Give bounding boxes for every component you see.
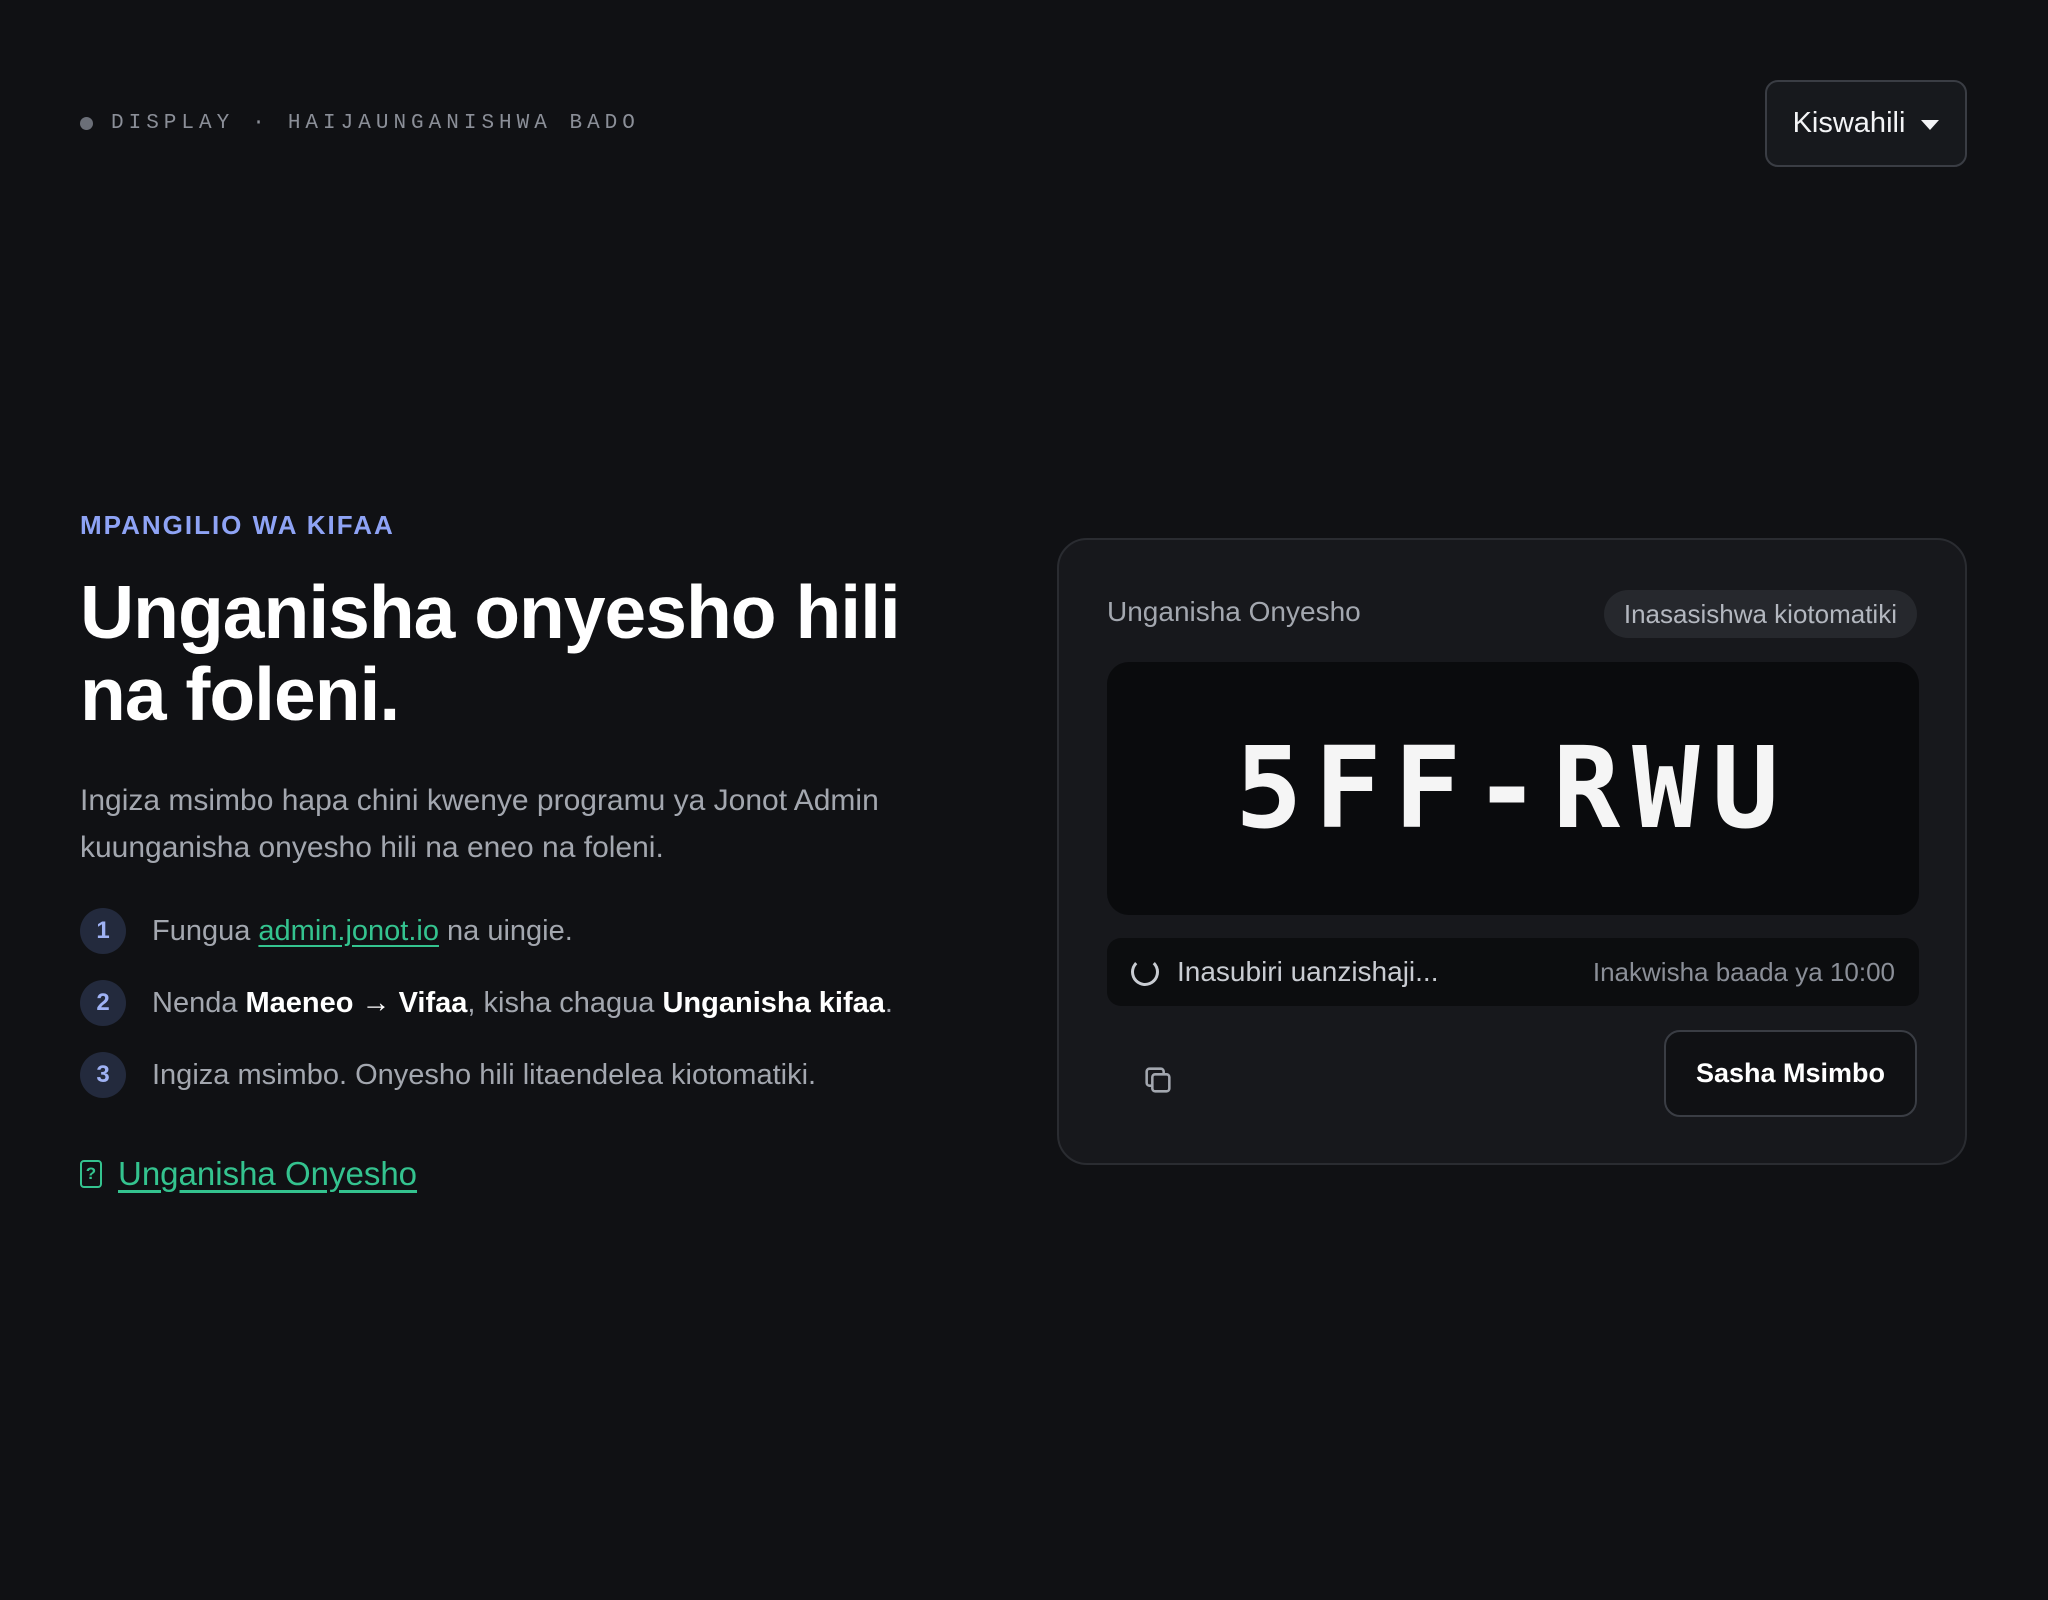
connection-status: DISPLAY · HAIJAUNGANISHWA BADO bbox=[80, 112, 640, 135]
page-title: Unganisha onyesho hili na foleni. bbox=[80, 570, 901, 736]
activation-status-text: Inasubiri uanzishaji... bbox=[1177, 956, 1439, 987]
caret-down-icon bbox=[1921, 120, 1940, 130]
copy-icon bbox=[1145, 1067, 1171, 1093]
pairing-code-box: 5FF-RWU bbox=[1107, 662, 1919, 915]
auto-refresh-badge: Inasasishwa kiotomatiki bbox=[1603, 590, 1917, 638]
step-number: 1 bbox=[80, 908, 126, 954]
step-item: 3 Ingiza msimbo. Onyesho hili litaendele… bbox=[80, 1039, 960, 1111]
spinner-icon bbox=[1131, 958, 1159, 986]
status-state-label: HAIJAUNGANISHWA BADO bbox=[287, 112, 640, 135]
language-select-value: Kiswahili bbox=[1792, 107, 1906, 139]
status-device-label: DISPLAY bbox=[111, 112, 235, 135]
help-link[interactable]: ? Unganisha Onyesho bbox=[80, 1155, 960, 1193]
pairing-code: 5FF-RWU bbox=[1234, 723, 1791, 854]
steps-list: 1 Fungua admin.jonot.io na uingie. 2 Nen… bbox=[80, 895, 960, 1111]
card-title: Unganisha Onyesho bbox=[1107, 596, 1361, 627]
help-link-label[interactable]: Unganisha Onyesho bbox=[118, 1155, 417, 1193]
status-dot-icon bbox=[80, 117, 93, 130]
refresh-code-button[interactable]: Sasha Msimbo bbox=[1664, 1030, 1917, 1117]
step-text: Nenda Maeneo → Vifaa, kisha chagua Ungan… bbox=[152, 986, 893, 1019]
eyebrow-label: MPANGILIO WA KIFAA bbox=[80, 510, 395, 540]
step-text: Ingiza msimbo. Onyesho hili litaendelea … bbox=[152, 1058, 817, 1091]
pairing-card: Unganisha Onyesho Inasasishwa kiotomatik… bbox=[1057, 538, 1967, 1165]
copy-button[interactable] bbox=[1133, 1055, 1183, 1105]
expiry-countdown: Inakwisha baada ya 10:00 bbox=[1592, 956, 1895, 987]
activation-status: Inasubiri uanzishaji... Inakwisha baada … bbox=[1107, 938, 1919, 1006]
step-number: 2 bbox=[80, 980, 126, 1026]
status-separator: · bbox=[252, 112, 270, 135]
help-document-icon: ? bbox=[80, 1160, 102, 1188]
step-item: 2 Nenda Maeneo → Vifaa, kisha chagua Ung… bbox=[80, 967, 960, 1039]
step-text: Fungua admin.jonot.io na uingie. bbox=[152, 914, 573, 947]
step-item: 1 Fungua admin.jonot.io na uingie. bbox=[80, 895, 960, 967]
intro-description: Ingiza msimbo hapa chini kwenye programu… bbox=[80, 784, 879, 864]
language-select[interactable]: Kiswahili bbox=[1765, 80, 1967, 167]
intro-section: MPANGILIO WA KIFAA Unganisha onyesho hil… bbox=[80, 510, 960, 1193]
admin-link[interactable]: admin.jonot.io bbox=[258, 915, 439, 947]
step-number: 3 bbox=[80, 1052, 126, 1098]
